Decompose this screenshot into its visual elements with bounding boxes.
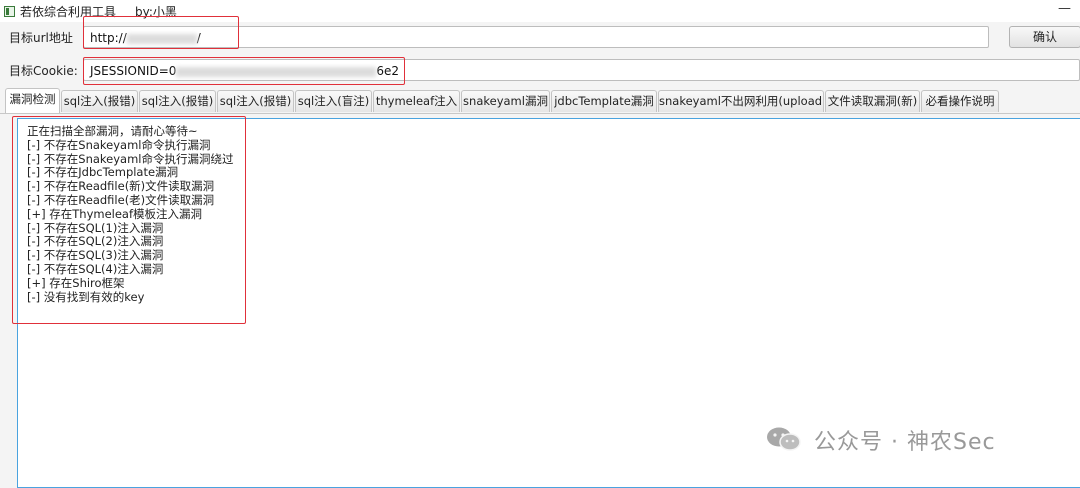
log-line: [+] 存在Thymeleaf模板注入漏洞	[27, 206, 203, 221]
tab-snakeyaml[interactable]: snakeyaml漏洞	[461, 90, 550, 112]
log-line: [-] 不存在Snakeyaml命令执行漏洞绕过	[27, 151, 234, 166]
log-line: [-] 没有找到有效的key	[27, 289, 145, 304]
app-icon	[4, 6, 15, 17]
watermark-text: 公众号 · 神农Sec	[814, 430, 996, 455]
tab-jdbctemplate[interactable]: jdbcTemplate漏洞	[551, 90, 657, 112]
log-line: [-] 不存在SQL(4)注入漏洞	[27, 261, 164, 276]
confirm-button[interactable]: 确认	[1009, 26, 1080, 48]
scan-log: 正在扫描全部漏洞，请耐心等待~ [-] 不存在Snakeyaml命令执行漏洞 […	[27, 124, 234, 304]
tab-bar: 漏洞检测 sql注入(报错) sql注入(报错) sql注入(报错) sql注入…	[0, 87, 1080, 114]
log-line: [-] 不存在JdbcTemplate漏洞	[27, 165, 179, 180]
url-input[interactable]: http:// /	[83, 26, 989, 48]
tab-snakeyaml-upload[interactable]: snakeyaml不出网利用(upload)	[658, 90, 824, 112]
minimize-button[interactable]: —	[1058, 1, 1071, 16]
log-line: [-] 不存在Readfile(老)文件读取漏洞	[27, 192, 215, 207]
wechat-icon	[767, 427, 801, 451]
log-line: [-] 不存在Snakeyaml命令执行漏洞	[27, 137, 211, 152]
log-line: [-] 不存在SQL(2)注入漏洞	[27, 234, 164, 249]
tab-sql-error-1[interactable]: sql注入(报错)	[61, 90, 138, 112]
cookie-value-suffix: 6e2	[376, 64, 400, 78]
tab-sql-error-2[interactable]: sql注入(报错)	[139, 90, 216, 112]
window-author: by:小黑	[135, 5, 177, 19]
tab-sql-blind[interactable]: sql注入(盲注)	[295, 90, 372, 112]
tab-file-read[interactable]: 文件读取漏洞(新)	[825, 90, 920, 112]
cookie-label: 目标Cookie:	[9, 64, 78, 78]
tab-instructions[interactable]: 必看操作说明	[921, 90, 999, 112]
window-title: 若依综合利用工具	[20, 5, 117, 19]
log-line: 正在扫描全部漏洞，请耐心等待~	[27, 124, 198, 138]
tab-vuln-scan[interactable]: 漏洞检测	[5, 88, 60, 113]
url-label: 目标url地址	[9, 31, 73, 45]
cookie-value-prefix: JSESSIONID=0	[90, 64, 177, 78]
title-bar: 若依综合利用工具 by:小黑 —	[0, 0, 1080, 22]
log-line: [+] 存在Shiro框架	[27, 275, 125, 290]
url-value-prefix: http://	[90, 31, 127, 45]
log-line: [-] 不存在SQL(1)注入漏洞	[27, 220, 164, 235]
url-value-suffix: /	[196, 31, 201, 45]
log-line: [-] 不存在Readfile(新)文件读取漏洞	[27, 179, 215, 194]
tab-thymeleaf[interactable]: thymeleaf注入	[373, 90, 460, 112]
redacted-region	[176, 66, 377, 77]
tab-sql-error-3[interactable]: sql注入(报错)	[217, 90, 294, 112]
cookie-input[interactable]: JSESSIONID=0 6e2	[83, 59, 1080, 81]
log-line: [-] 不存在SQL(3)注入漏洞	[27, 248, 164, 263]
redacted-region	[126, 33, 197, 44]
